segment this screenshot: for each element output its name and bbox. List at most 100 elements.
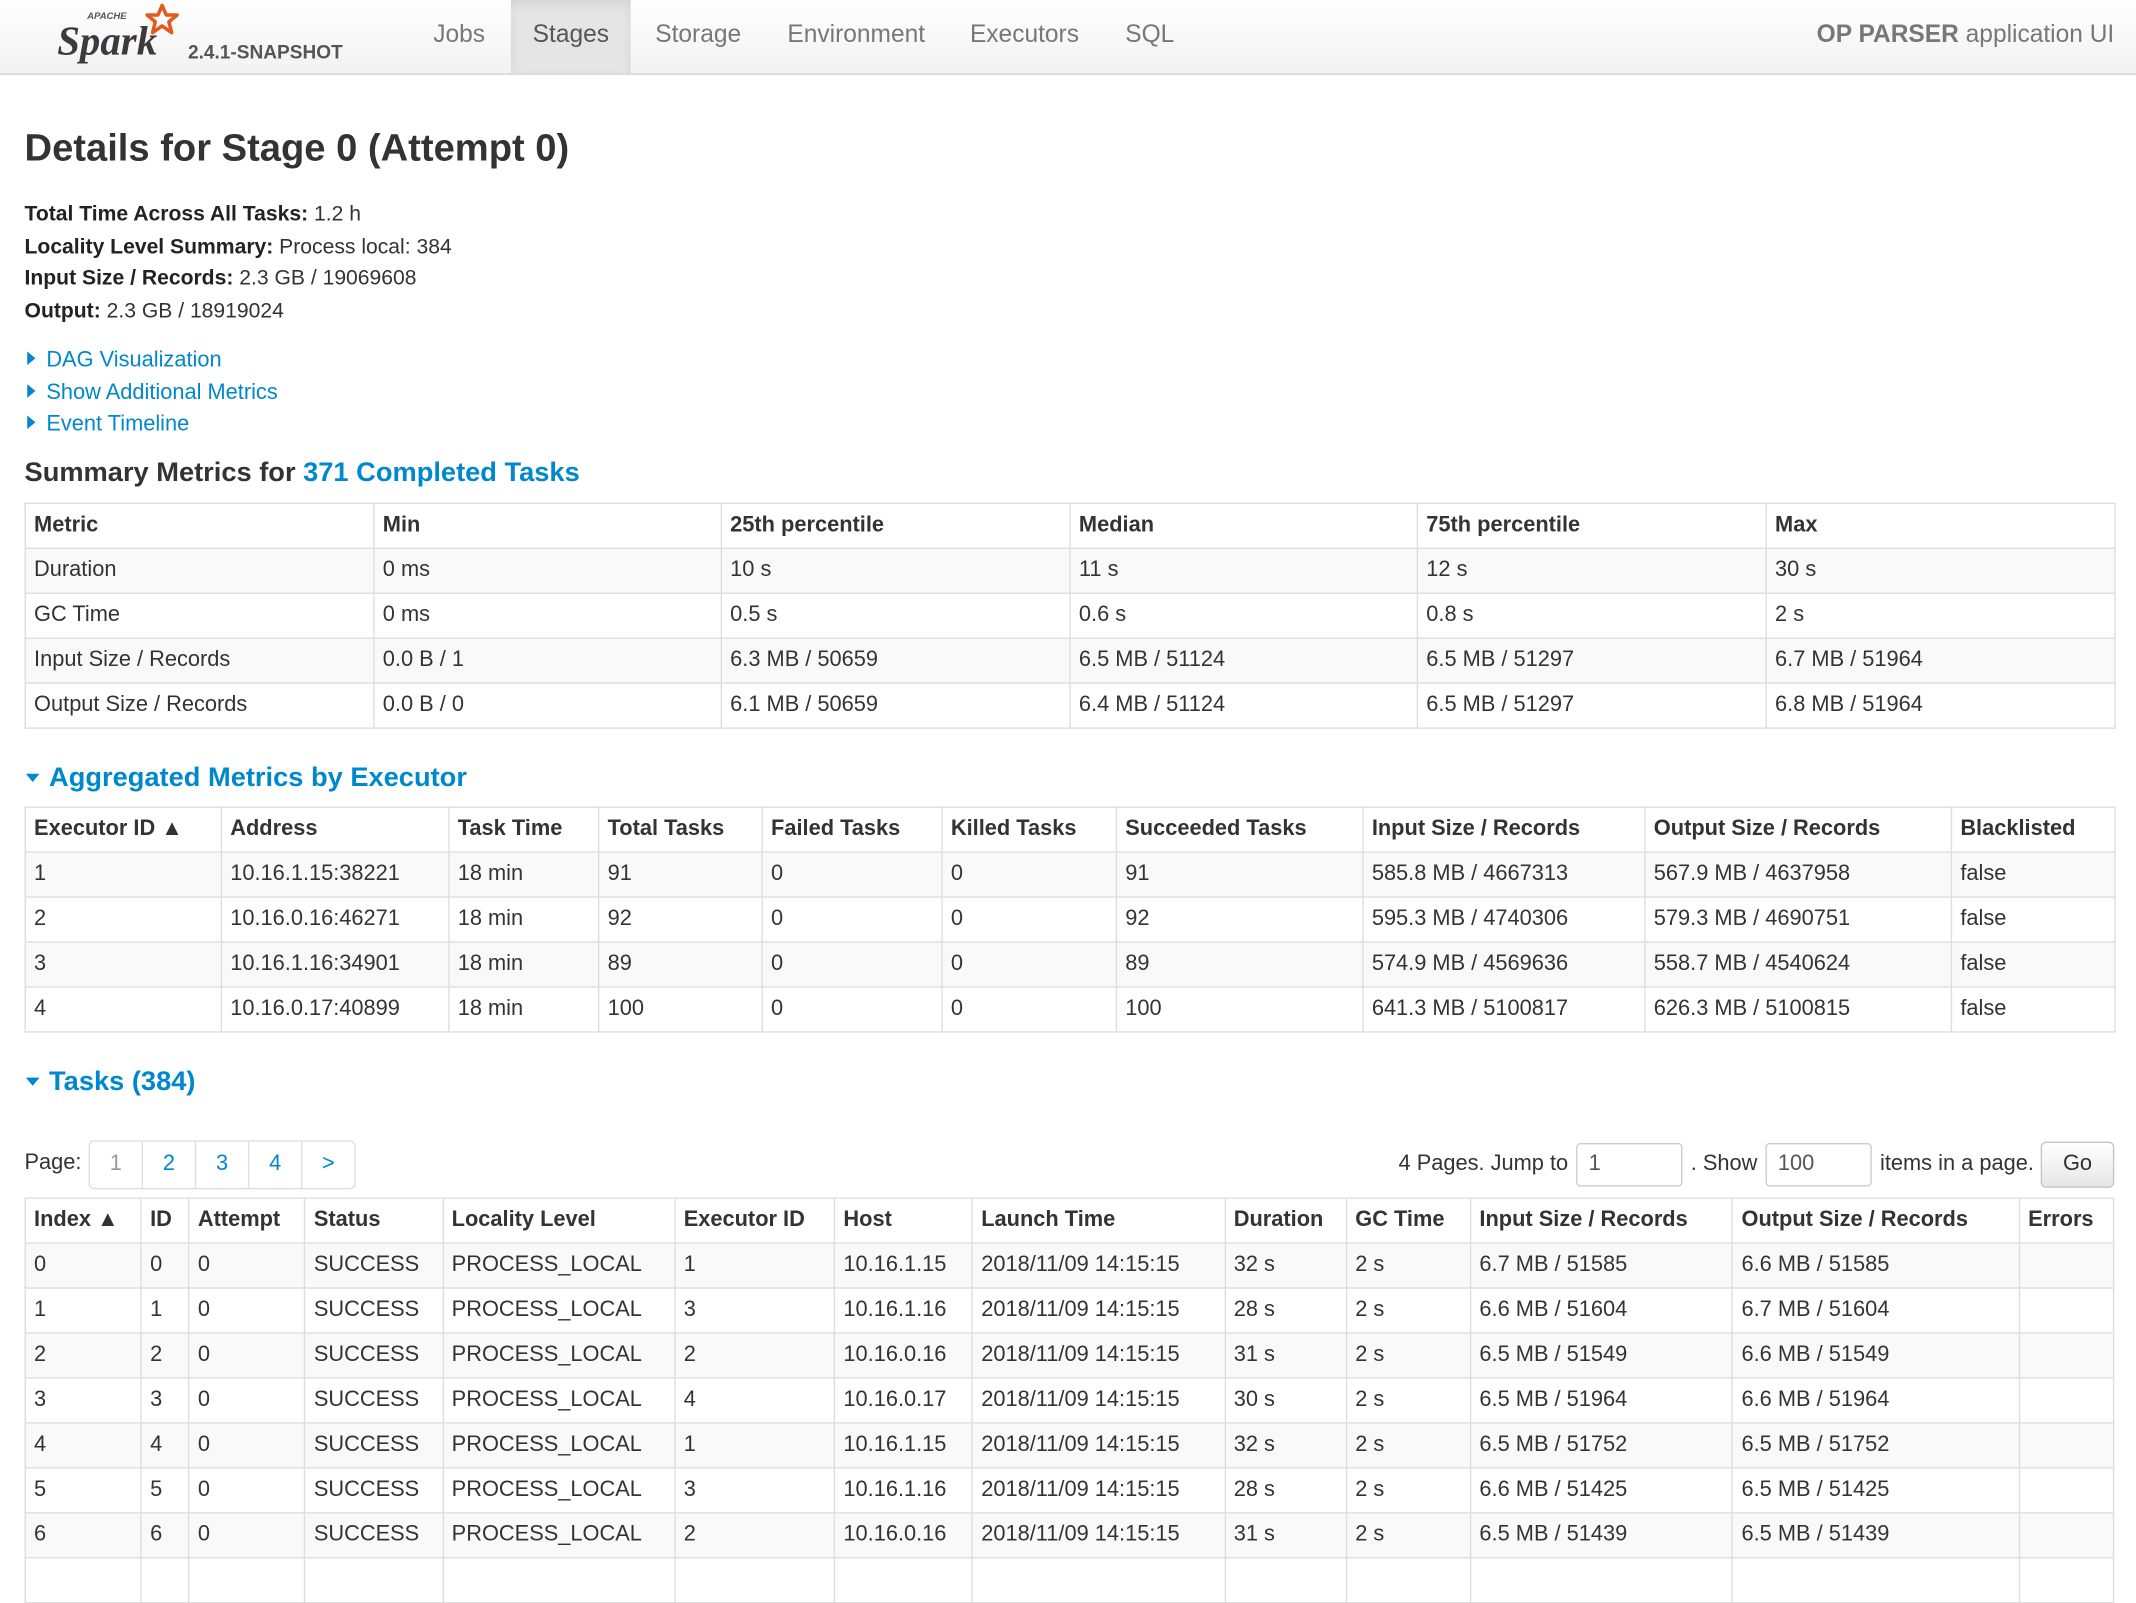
column-header[interactable]: Address (220, 805, 450, 853)
column-header[interactable]: Input Size / Records (1469, 1196, 1734, 1244)
table-cell: 89 (1115, 940, 1364, 987)
task-row: 4 4 0 SUCCESS PROCESS_LOCAL 1 10.16.1.15 2018/1… (24, 1421, 2115, 1468)
tab-environment[interactable]: Environment (766, 0, 947, 74)
table-cell: 100 (1115, 985, 1364, 1032)
table-cell: 0 (941, 940, 1118, 987)
table-cell: 0.8 s (1416, 591, 1767, 639)
spark-version: 2.4.1-SNAPSHOT (187, 40, 343, 63)
table-cell: 567.9 MB / 4637958 (1644, 850, 1953, 898)
caret-right-icon (27, 383, 36, 398)
tab-sql[interactable]: SQL (1103, 0, 1196, 74)
table-cell: 4 (24, 1421, 142, 1468)
metric-row: Duration 0 ms 10 s 11 s 12 s 30 s (24, 546, 2116, 594)
page-size-input[interactable] (1765, 1142, 1872, 1186)
column-header[interactable]: Task Time (448, 805, 600, 853)
metric-row: GC Time 0 ms 0.5 s 0.6 s 0.8 s2 s (24, 591, 2116, 639)
table-cell: 2 (674, 1511, 836, 1558)
page-link-4[interactable]: 4 (247, 1140, 301, 1188)
column-header[interactable]: Failed Tasks (761, 805, 943, 853)
table-cell: 18 min (448, 940, 600, 987)
jump-to-page-input[interactable] (1576, 1142, 1683, 1186)
column-header[interactable]: Errors (2018, 1196, 2115, 1244)
column-header[interactable]: Executor ID (674, 1196, 836, 1244)
table-cell: 0 (24, 1241, 142, 1289)
table-cell: PROCESS_LOCAL (442, 1331, 676, 1378)
table-cell: 10.16.0.17:40899 (220, 985, 450, 1032)
column-header[interactable]: Blacklisted (1950, 805, 2116, 853)
page-link-3[interactable]: 3 (194, 1140, 248, 1188)
table-cell: 0.0 B / 0 (373, 681, 723, 729)
completed-tasks-link[interactable]: 371 Completed Tasks (303, 457, 580, 487)
table-cell: 10.16.0.16 (833, 1511, 974, 1558)
table-cell: 626.3 MB / 5100815 (1644, 985, 1953, 1032)
column-header[interactable]: Host (833, 1196, 974, 1244)
table-cell: 5 (140, 1466, 190, 1513)
executor-metrics-table: Executor ID ▲ Address Task Time Total Tasks… (24, 805, 2116, 1032)
column-header[interactable]: ID (140, 1196, 190, 1244)
table-cell: 3 (24, 940, 223, 987)
aggregated-metrics-heading[interactable]: Aggregated Metrics by Executor (25, 759, 2115, 794)
table-cell: SUCCESS (304, 1511, 444, 1558)
show-additional-metrics-link[interactable]: Show Additional Metrics (25, 377, 2115, 409)
column-header[interactable]: Output Size / Records (1644, 805, 1953, 853)
table-cell: 0 (761, 985, 943, 1032)
table-cell: 2 s (1345, 1421, 1472, 1468)
column-header[interactable]: Succeeded Tasks (1115, 805, 1364, 853)
table-cell: 6.8 MB / 51964 (1765, 681, 2116, 729)
dag-visualization-link[interactable]: DAG Visualization (25, 345, 2115, 377)
table-cell: PROCESS_LOCAL (442, 1466, 676, 1513)
stage-summary: Total Time Across All Tasks: 1.2 h Local… (25, 199, 2115, 327)
table-cell: false (1950, 985, 2116, 1032)
table-cell: 92 (598, 895, 763, 943)
table-cell: false (1950, 940, 2116, 987)
table-cell: 10.16.1.15 (833, 1241, 974, 1289)
event-timeline-link[interactable]: Event Timeline (25, 409, 2115, 441)
next-page-link[interactable]: > (301, 1140, 354, 1188)
metric-row: Output Size / Records 0.0 B / 0 6.1 MB / 5… (24, 681, 2116, 729)
summary-label: Input Size / Records: (24, 267, 234, 291)
column-header[interactable]: Attempt (188, 1196, 306, 1244)
tab-stages[interactable]: Stages (510, 0, 631, 74)
column-header: Median (1069, 502, 1419, 549)
go-button[interactable]: Go (2040, 1140, 2115, 1188)
table-cell: 0 ms (373, 591, 723, 639)
column-header[interactable]: Index ▲ (24, 1196, 142, 1244)
column-header[interactable]: Launch Time (971, 1196, 1226, 1244)
table-cell: 6.5 MB / 51752 (1469, 1421, 1734, 1468)
page-links: 1 2 3 4 > (88, 1139, 356, 1189)
table-cell: 6.7 MB / 51964 (1765, 636, 2116, 684)
table-cell: 6.5 MB / 51549 (1469, 1331, 1734, 1378)
table-cell: 2018/11/09 14:15:15 (971, 1511, 1226, 1558)
tab-executors[interactable]: Executors (948, 0, 1101, 74)
table-cell: 0 (188, 1331, 306, 1378)
table-cell: 2 (24, 1331, 142, 1378)
table-cell: 2018/11/09 14:15:15 (971, 1421, 1226, 1468)
table-cell: 4 (24, 985, 223, 1032)
table-cell: 641.3 MB / 5100817 (1362, 985, 1646, 1032)
column-header[interactable]: Locality Level (442, 1196, 676, 1244)
tab-jobs[interactable]: Jobs (411, 0, 506, 74)
column-header[interactable]: Executor ID ▲ (24, 805, 223, 853)
task-row: 1 1 0 SUCCESS PROCESS_LOCAL 3 10.16.1.16 2018/1… (24, 1286, 2115, 1333)
table-cell: 32 s (1224, 1421, 1348, 1468)
tab-storage[interactable]: Storage (633, 0, 762, 74)
table-cell: 10.16.1.15:38221 (220, 850, 450, 898)
table-cell: 6.5 MB / 51425 (1731, 1466, 2020, 1513)
table-cell: 2 s (1345, 1466, 1472, 1513)
summary-total-time: Total Time Across All Tasks: 1.2 h (25, 199, 2115, 231)
column-header[interactable]: Total Tasks (598, 805, 763, 853)
spark-logo[interactable]: APACHE Spark 2.4.1-SNAPSHOT (54, 3, 367, 68)
column-header[interactable]: GC Time (1345, 1196, 1472, 1244)
table-cell: 10.16.1.16 (833, 1466, 974, 1513)
column-header[interactable]: Duration (1224, 1196, 1348, 1244)
heading-text: Summary Metrics for (24, 457, 304, 488)
table-cell: 2018/11/09 14:15:15 (971, 1286, 1226, 1333)
column-header[interactable]: Status (304, 1196, 444, 1244)
page-link-2[interactable]: 2 (141, 1140, 195, 1188)
column-header[interactable]: Killed Tasks (941, 805, 1118, 853)
page-link-1[interactable]: 1 (90, 1141, 142, 1187)
column-header[interactable]: Output Size / Records (1731, 1196, 2020, 1244)
tasks-heading[interactable]: Tasks (384) (25, 1063, 2115, 1098)
table-cell: 0.5 s (720, 591, 1071, 639)
column-header[interactable]: Input Size / Records (1362, 805, 1646, 853)
